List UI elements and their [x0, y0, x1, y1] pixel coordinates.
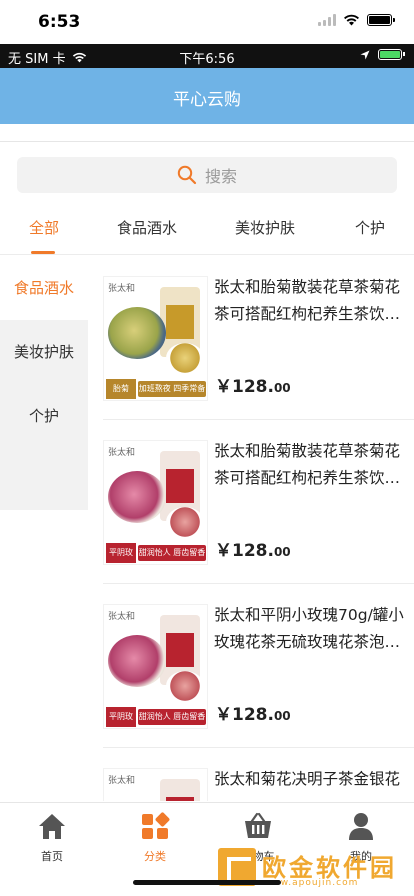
- battery-icon: [367, 14, 395, 26]
- tabbar-label: 分类: [144, 850, 166, 863]
- product-price: ￥128.00: [215, 705, 291, 725]
- product-tag: 胎菊: [106, 379, 136, 399]
- product-bowl: [108, 307, 166, 359]
- product-image: 张太和 平阴玫瑰 甜润怡人 唇齿留香: [103, 604, 208, 729]
- category-sidebar: 食品酒水 美妆护肤 个护: [0, 256, 88, 510]
- product-slogan: 甜润怡人 唇齿留香: [138, 545, 206, 561]
- app-status-bar: 无 SIM 卡 下午6:56: [0, 44, 414, 68]
- tab-personal-care[interactable]: 个护: [355, 217, 385, 238]
- sidebar-item-beauty-skincare[interactable]: 美妆护肤: [0, 320, 88, 384]
- search-placeholder: 搜索: [205, 167, 238, 186]
- tabbar-label: 首页: [41, 850, 63, 863]
- sidebar-item-personal-care[interactable]: 个护: [0, 384, 88, 448]
- product-name[interactable]: 张太和菊花决明子茶金银花: [214, 766, 404, 801]
- product-image: 张太和: [103, 768, 208, 801]
- tab-all[interactable]: 全部: [29, 217, 59, 238]
- battery-icon: [378, 49, 405, 60]
- page-title: 平心云购: [173, 90, 241, 110]
- product-card[interactable]: 张太和 胎菊 加班熬夜 四季常备 张太和胎菊散装花草茶菊花茶可搭配红枸杞养生茶饮…: [103, 256, 414, 420]
- search-icon: [177, 165, 197, 185]
- brand-mark: 张太和: [108, 284, 136, 294]
- tabbar-item-category[interactable]: 分类: [125, 811, 185, 864]
- product-name[interactable]: 张太和胎菊散装花草茶菊花茶可搭配红枸杞养生茶饮…: [214, 274, 404, 328]
- active-tab-indicator: [31, 251, 55, 254]
- ios-status-bar: 6:53: [0, 0, 414, 44]
- cart-icon: [245, 812, 271, 838]
- category-tabs: 全部 食品酒水 美妆护肤 个护: [0, 205, 414, 255]
- product-image: 张太和 胎菊 加班熬夜 四季常备: [103, 276, 208, 401]
- location-arrow-icon: [360, 50, 370, 59]
- home-icon: [39, 814, 65, 839]
- cellular-signal-icon: [318, 14, 336, 26]
- product-price: ￥128.00: [215, 541, 291, 561]
- brand-mark: 张太和: [108, 612, 136, 622]
- app-status-time: 下午6:56: [179, 52, 235, 67]
- product-card[interactable]: 张太和 张太和菊花决明子茶金银花: [103, 748, 414, 801]
- tab-beauty-skincare[interactable]: 美妆护肤: [235, 217, 295, 238]
- product-bowl: [108, 471, 166, 523]
- product-slogan: 甜润怡人 唇齿留香: [138, 709, 206, 725]
- home-indicator[interactable]: [133, 880, 281, 885]
- watermark-logo: 欧金软件园 www.apoujin.com: [218, 846, 410, 892]
- ios-clock: 6:53: [38, 12, 81, 32]
- brand-mark: 张太和: [108, 776, 136, 786]
- product-slogan: 加班熬夜 四季常备: [138, 381, 206, 397]
- product-image: 张太和 平阴玫瑰 甜润怡人 唇齿留香: [103, 440, 208, 565]
- product-tag: 平阴玫瑰: [106, 707, 136, 727]
- product-bowl: [108, 635, 166, 687]
- product-card[interactable]: 张太和 平阴玫瑰 甜润怡人 唇齿留香 张太和胎菊散装花草茶菊花茶可搭配红枸杞养生…: [103, 420, 414, 584]
- product-price: ￥128.00: [215, 377, 291, 397]
- product-name[interactable]: 张太和平阴小玫瑰70g/罐小玫瑰花茶无硫玫瑰花茶泡…: [214, 602, 404, 656]
- search-bar[interactable]: 搜索: [17, 157, 397, 193]
- category-icon: [142, 812, 170, 839]
- ios-status-icons: [318, 14, 395, 26]
- sidebar-item-food-drinks[interactable]: 食品酒水: [0, 256, 88, 320]
- user-icon: [349, 813, 373, 840]
- product-card[interactable]: 张太和 平阴玫瑰 甜润怡人 唇齿留香 张太和平阴小玫瑰70g/罐小玫瑰花茶无硫玫…: [103, 584, 414, 748]
- wifi-icon: [344, 14, 359, 26]
- product-jar: [160, 779, 200, 801]
- brand-mark: 张太和: [108, 448, 136, 458]
- header-spacer: [0, 124, 414, 142]
- navigation-bar: 平心云购: [0, 68, 414, 124]
- product-tag: 平阴玫瑰: [106, 543, 136, 563]
- product-name[interactable]: 张太和胎菊散装花草茶菊花茶可搭配红枸杞养生茶饮…: [214, 438, 404, 492]
- product-list: 张太和 胎菊 加班熬夜 四季常备 张太和胎菊散装花草茶菊花茶可搭配红枸杞养生茶饮…: [103, 256, 414, 801]
- tabbar-item-home[interactable]: 首页: [22, 811, 82, 864]
- tab-food-drinks[interactable]: 食品酒水: [117, 217, 177, 238]
